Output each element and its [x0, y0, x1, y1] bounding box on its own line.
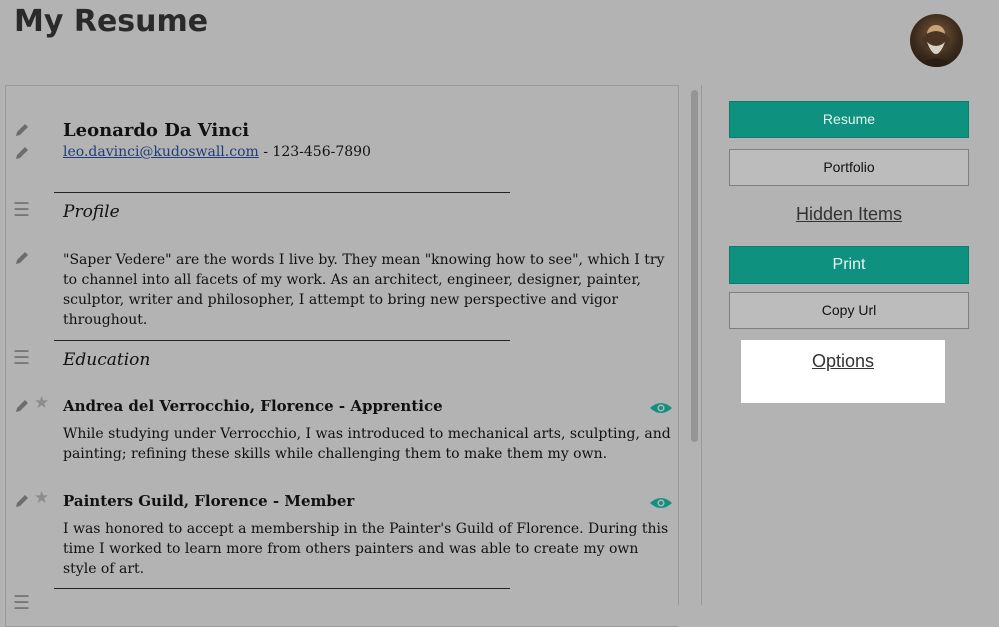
resume-button[interactable]: Resume [729, 101, 969, 138]
education-drag-handle-icon[interactable]: ☰ [13, 349, 30, 368]
section-divider [54, 588, 510, 589]
contact-separator: - [258, 144, 273, 160]
edit-profile-pencil-icon[interactable] [14, 250, 30, 266]
hidden-items-link[interactable]: Hidden Items [729, 204, 969, 225]
education-section-title: Education [63, 350, 151, 370]
page-title: My Resume [14, 4, 209, 39]
copy-url-button[interactable]: Copy Url [729, 292, 969, 329]
print-button[interactable]: Print [729, 246, 969, 284]
edit-name-pencil-icon[interactable] [14, 122, 30, 138]
next-section-drag-handle-icon[interactable]: ☰ [13, 594, 30, 613]
resume-name: Leonardo Da Vinci [63, 120, 250, 141]
visibility-eye-icon[interactable] [649, 496, 673, 510]
education-entry-title: Painters Guild, Florence - Member [63, 492, 355, 510]
options-link[interactable]: Options [741, 351, 945, 372]
scrollbar-thumb[interactable] [691, 90, 698, 442]
avatar[interactable] [910, 14, 963, 67]
visibility-eye-icon[interactable] [649, 401, 673, 415]
contact-line: leo.davinci@kudoswall.com - 123-456-7890 [63, 144, 371, 160]
portfolio-button[interactable]: Portfolio [729, 149, 969, 186]
email-link[interactable]: leo.davinci@kudoswall.com [63, 144, 259, 160]
avatar-portrait [916, 25, 956, 67]
section-divider [54, 340, 510, 341]
edit-contact-pencil-icon[interactable] [14, 145, 30, 161]
scrollbar-track[interactable] [678, 85, 702, 605]
profile-text: "Saper Vedere" are the words I live by. … [63, 252, 665, 328]
favorite-star-icon[interactable]: ★ [34, 395, 49, 412]
section-divider [54, 192, 510, 193]
edit-entry-pencil-icon[interactable] [14, 398, 30, 414]
education-entry-description: I was honored to accept a membership in … [63, 521, 669, 577]
phone-number: 123-456-7890 [272, 144, 371, 160]
education-entry-description: While studying under Verrocchio, I was i… [63, 426, 671, 462]
resume-panel: Leonardo Da Vinci leo.davinci@kudoswall.… [5, 85, 678, 627]
profile-drag-handle-icon[interactable]: ☰ [13, 201, 30, 220]
education-entry-title: Andrea del Verrocchio, Florence - Appren… [63, 397, 443, 415]
profile-section-title: Profile [63, 202, 120, 222]
favorite-star-icon[interactable]: ★ [34, 490, 49, 507]
edit-entry-pencil-icon[interactable] [14, 493, 30, 509]
